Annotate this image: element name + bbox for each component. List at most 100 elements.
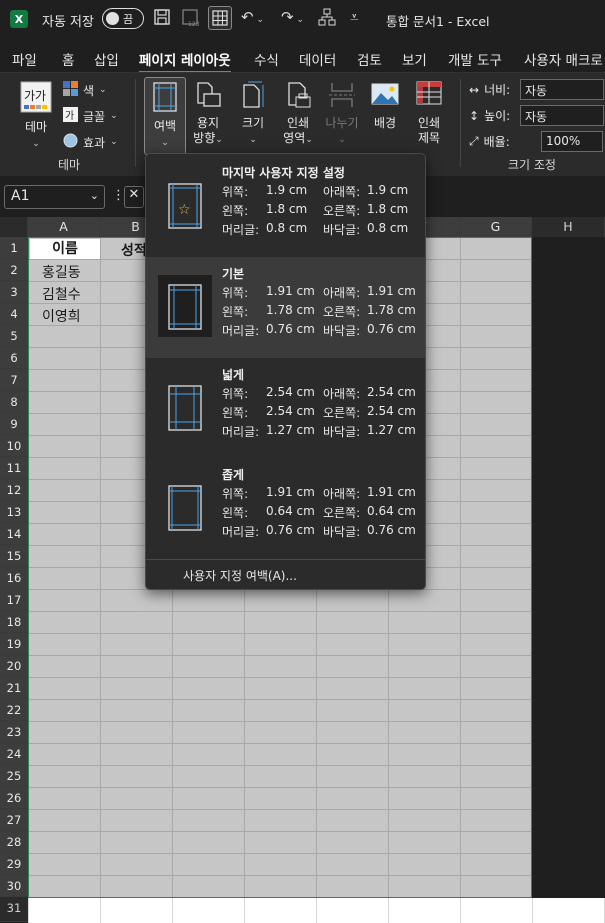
table-grid-icon[interactable] [208, 6, 232, 30]
tab-review[interactable]: 검토 [357, 49, 382, 69]
themes-button[interactable]: 가가 테마 ⌄ [16, 81, 56, 152]
tab-insert[interactable]: 삽입 [94, 49, 119, 69]
group-divider [460, 79, 461, 167]
document-title: 통합 문서1 - Excel [386, 14, 490, 29]
cell-a1[interactable]: 이름 [30, 239, 100, 259]
height-select[interactable]: 자동 [520, 105, 604, 126]
row-header[interactable]: 29 [0, 853, 28, 875]
top-value: 1.9 cm [266, 183, 308, 197]
size-button[interactable]: 크기 ⌄ [236, 81, 270, 148]
bottom-label: 아래쪽: [323, 487, 361, 501]
wide-margins-icon [158, 376, 212, 438]
row-header[interactable]: 23 [0, 721, 28, 743]
orientation-button[interactable]: 용지 방향⌄ [190, 81, 226, 148]
cell-a2[interactable]: 홍길동 [42, 262, 81, 282]
row-header[interactable]: 4 [0, 303, 28, 325]
redo-icon[interactable]: ↷ ⌄ [281, 8, 304, 26]
breaks-label: 나누기 [325, 116, 359, 130]
margin-option-last-custom[interactable]: ☆ 마지막 사용자 지정 설정 위쪽: 1.9 cm 아래쪽: 1.9 cm 왼… [146, 156, 425, 257]
row-header[interactable]: 17 [0, 589, 28, 611]
margin-option-normal[interactable]: 기본 위쪽: 1.91 cm 아래쪽: 1.91 cm 왼쪽: 1.78 cm … [146, 257, 425, 358]
svg-text:가: 가 [65, 110, 74, 122]
colors-button[interactable]: 색 ⌄ [63, 81, 107, 99]
themes-group-label: 테마 [58, 158, 81, 172]
fonts-button[interactable]: 가 글꼴 ⌄ [63, 107, 118, 125]
row-header[interactable]: 7 [0, 369, 28, 391]
row-header[interactable]: 10 [0, 435, 28, 457]
tab-data[interactable]: 데이터 [299, 49, 336, 69]
save-icon[interactable] [153, 8, 171, 30]
unselected-rows[interactable] [28, 898, 605, 923]
cell-a4[interactable]: 이영희 [42, 306, 81, 326]
background-button[interactable]: 배경 [368, 81, 402, 131]
tab-developer[interactable]: 개발 도구 [448, 49, 502, 69]
margin-option-narrow[interactable]: 좁게 위쪽: 1.91 cm 아래쪽: 1.91 cm 왼쪽: 0.64 cm … [146, 458, 425, 559]
name-box[interactable]: A1 ⌄ [4, 185, 105, 209]
chevron-down-icon: ⌄ [338, 135, 346, 145]
bottom-label: 아래쪽: [323, 387, 361, 401]
tab-formulas[interactable]: 수식 [254, 49, 279, 69]
row-header[interactable]: 27 [0, 809, 28, 831]
row-header[interactable]: 26 [0, 787, 28, 809]
header-value: 1.27 cm [266, 423, 315, 437]
print-area-button[interactable]: 인쇄 영역⌄ [279, 81, 317, 148]
option-title: 넓게 [222, 368, 245, 382]
row-header[interactable]: 11 [0, 457, 28, 479]
row-header[interactable]: 2 [0, 259, 28, 281]
row-header[interactable]: 16 [0, 567, 28, 589]
tab-page-layout[interactable]: 페이지 레이아웃 [139, 49, 231, 74]
margin-option-wide[interactable]: 넓게 위쪽: 2.54 cm 아래쪽: 2.54 cm 왼쪽: 2.54 cm … [146, 358, 425, 459]
cell-a3[interactable]: 김철수 [42, 284, 81, 304]
right-value: 1.78 cm [367, 303, 416, 317]
width-select[interactable]: 자동 [520, 79, 604, 100]
number-format-icon[interactable]: 123 [181, 8, 201, 32]
tab-view[interactable]: 보기 [402, 49, 427, 69]
row-header[interactable]: 9 [0, 413, 28, 435]
cell-b1[interactable]: 성적 [121, 240, 147, 260]
org-chart-icon[interactable] [318, 8, 336, 30]
row-header[interactable]: 30 [0, 875, 28, 897]
ribbon-tabs: 파일 홈 삽입 페이지 레이아웃 수식 데이터 검토 보기 개발 도구 사용자 … [0, 44, 605, 74]
row-header[interactable]: 19 [0, 633, 28, 655]
custom-margins-icon: ☆ [158, 174, 212, 236]
footer-label: 바닥글: [323, 425, 361, 439]
tab-file[interactable]: 파일 [12, 49, 37, 69]
customize-toolbar-icon[interactable]: ⩡ [350, 8, 358, 26]
row-header[interactable]: 3 [0, 281, 28, 303]
row-header[interactable]: 5 [0, 325, 28, 347]
custom-margins-link[interactable]: 사용자 지정 여백(A)... [183, 567, 297, 584]
column-header[interactable]: H [532, 217, 605, 237]
row-header[interactable]: 13 [0, 501, 28, 523]
scale-field[interactable]: 100% [541, 131, 603, 152]
row-header[interactable]: 12 [0, 479, 28, 501]
select-all-corner[interactable] [0, 217, 28, 237]
row-header[interactable]: 18 [0, 611, 28, 633]
row-header[interactable]: 21 [0, 677, 28, 699]
cancel-icon[interactable]: ✕ [124, 186, 144, 208]
row-header[interactable]: 1 [0, 237, 28, 259]
group-divider [135, 79, 136, 167]
row-header[interactable]: 6 [0, 347, 28, 369]
row-header[interactable]: 14 [0, 523, 28, 545]
row-header[interactable]: 22 [0, 699, 28, 721]
row-header[interactable]: 8 [0, 391, 28, 413]
tab-user-macros[interactable]: 사용자 매크로 [524, 49, 603, 69]
row-header[interactable]: 20 [0, 655, 28, 677]
undo-icon[interactable]: ↶ ⌄ [241, 8, 264, 26]
column-header[interactable]: G [460, 217, 532, 237]
effects-icon [63, 133, 78, 151]
autosave-toggle[interactable]: 끔 [102, 8, 144, 29]
row-header[interactable]: 28 [0, 831, 28, 853]
margins-button[interactable]: 여백 ⌄ [144, 77, 186, 155]
column-header[interactable]: A [28, 217, 100, 237]
row-header[interactable]: 31 [0, 897, 28, 922]
row-header[interactable]: 15 [0, 545, 28, 567]
tab-home[interactable]: 홈 [62, 49, 74, 69]
print-area-label-1: 인쇄 [286, 116, 310, 130]
narrow-margins-icon [158, 476, 212, 538]
effects-button[interactable]: 효과 ⌄ [63, 133, 118, 151]
row-header[interactable]: 25 [0, 765, 28, 787]
row-header[interactable]: 24 [0, 743, 28, 765]
orientation-label-1: 용지 [196, 116, 220, 130]
print-titles-button[interactable]: 인쇄 제목 [411, 81, 447, 146]
